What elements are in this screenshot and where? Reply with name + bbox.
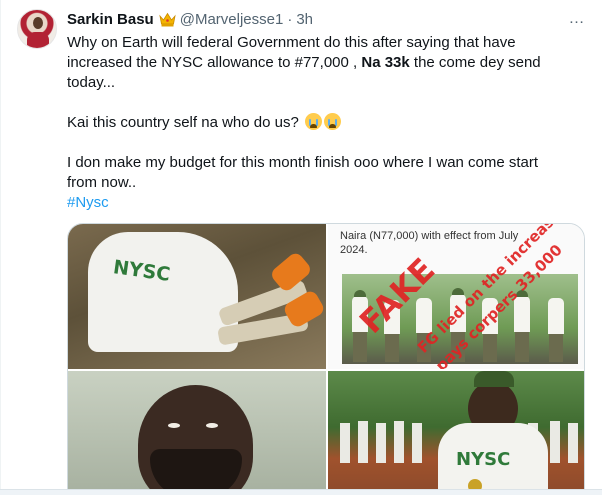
photo-caption: 2024. (340, 244, 368, 256)
crying-face-emoji-icon (323, 113, 341, 130)
more-options-icon[interactable]: … (566, 9, 586, 29)
crying-face-emoji-icon (304, 113, 322, 130)
orange-boot (268, 250, 314, 294)
user-handle[interactable]: @Marveljesse1 (180, 11, 284, 28)
corper-cap (474, 371, 514, 387)
marching-corper (376, 423, 386, 463)
marching-corper (568, 423, 578, 463)
marching-corper (394, 421, 404, 463)
display-name[interactable]: Sarkin Basu (67, 11, 154, 28)
corper-figure (353, 332, 367, 362)
media-photo-1[interactable]: NYSC (68, 224, 326, 369)
tweet-text-bold: Na 33k (361, 54, 410, 71)
marching-corper (340, 423, 350, 463)
corper-figure (354, 290, 366, 297)
marching-corper (412, 423, 422, 463)
tweet-text-segment: I don make my budget for this month fini… (67, 154, 539, 191)
eye (206, 423, 218, 428)
avatar-face (33, 17, 43, 29)
corper-figure (515, 332, 529, 362)
tweet-header: Sarkin Basu @Marveljesse1 · 3h (67, 9, 313, 29)
media-photo-3[interactable] (68, 371, 326, 494)
media-grid: NYSC Naira (N77,000) with effect from Ju… (67, 223, 585, 495)
tweet-paragraph-2: Kai this country self na who do us? (67, 113, 572, 133)
marching-corper (358, 421, 368, 463)
photo-caption: Naira (N77,000) with effect from July (340, 230, 519, 242)
hashtag-row: #Nysc (67, 193, 572, 213)
timeline-bottom-edge (0, 489, 602, 495)
avatar-body (27, 32, 49, 48)
tweet-paragraph-3: I don make my budget for this month fini… (67, 153, 572, 193)
timestamp[interactable]: 3h (296, 11, 313, 28)
tweet-paragraph-1: Why on Earth will federal Government do … (67, 33, 572, 93)
tweet-text: Why on Earth will federal Government do … (67, 33, 572, 213)
timeline-border (0, 0, 1, 495)
crown-badge-icon (159, 12, 176, 27)
hashtag-link[interactable]: #Nysc (67, 194, 109, 211)
corper-figure (548, 298, 564, 334)
avatar[interactable] (17, 9, 57, 49)
tweet-text-segment: Kai this country self na who do us? (67, 114, 299, 131)
eye (168, 423, 180, 428)
corper-figure (385, 334, 399, 362)
shirt-label: NYSC (456, 449, 511, 470)
media-photo-4[interactable]: NYSC (328, 371, 584, 494)
separator-dot: · (287, 10, 293, 28)
marching-corper (550, 421, 560, 463)
media-photo-2[interactable]: Naira (N77,000) with effect from July 20… (328, 224, 584, 369)
corper-figure (549, 334, 563, 362)
nysc-shirt (88, 232, 238, 352)
corper-figure (483, 334, 497, 362)
